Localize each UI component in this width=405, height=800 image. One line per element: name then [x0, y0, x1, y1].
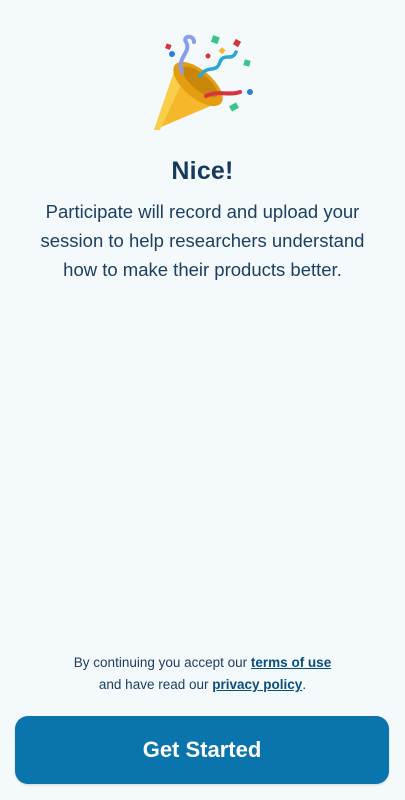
party-popper-icon — [154, 34, 253, 130]
legal-notice: By continuing you accept our terms of us… — [0, 652, 405, 696]
terms-of-use-link[interactable]: terms of use — [251, 655, 331, 670]
legal-prefix-text: By continuing you accept our — [73, 655, 248, 670]
description-text: Participate will record and upload your … — [40, 201, 365, 280]
privacy-policy-link[interactable]: privacy policy — [212, 677, 302, 692]
get-started-button[interactable]: Get Started — [15, 716, 389, 784]
legal-middle-text: and have read our — [98, 677, 209, 692]
page-title: Nice! — [171, 157, 234, 185]
legal-suffix-text: . — [302, 677, 307, 692]
onboarding-screen: Nice! Participate will record and upload… — [0, 0, 405, 800]
